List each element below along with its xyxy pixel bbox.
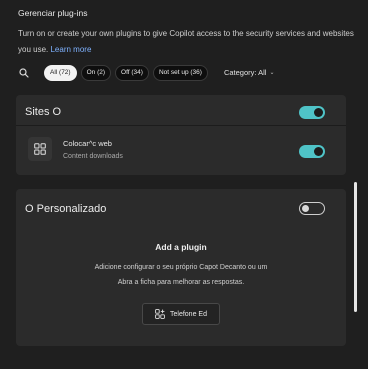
filter-pill-off[interactable]: Off (34) xyxy=(115,64,149,81)
toggle-knob xyxy=(302,205,309,212)
sites-section-title: Sites O xyxy=(25,106,62,118)
filter-pill-on[interactable]: On (2) xyxy=(80,64,112,81)
filter-bar: All (72) On (2) Off (34) Not set up (36)… xyxy=(18,64,275,81)
category-dropdown[interactable]: Category: All ⌄ xyxy=(224,68,275,77)
search-icon[interactable] xyxy=(18,67,30,79)
custom-section-title: O Personalizado xyxy=(25,203,107,215)
plugin-subtitle: Content downloads xyxy=(63,153,123,160)
add-plugin-title: Add a plugin xyxy=(155,242,207,252)
custom-section: O Personalizado Add a plugin Adicione co… xyxy=(16,189,346,346)
grid-icon xyxy=(28,137,52,161)
plugin-name: Colocar^c web xyxy=(63,139,112,148)
scrollbar[interactable] xyxy=(354,182,357,312)
panel-title: Gerenciar plug-ins xyxy=(18,8,88,18)
category-label: Category: All xyxy=(223,68,267,77)
add-plugin-button-label: Telefone Ed xyxy=(170,310,207,318)
add-plugin-button[interactable]: Telefone Ed xyxy=(142,303,220,325)
panel-description: Turn on or create your own plugins to gi… xyxy=(18,26,366,58)
sites-section-toggle[interactable] xyxy=(299,106,325,119)
filter-pill-all[interactable]: All (72) xyxy=(44,64,77,81)
grid-add-icon xyxy=(155,309,165,319)
toggle-knob xyxy=(314,147,323,156)
custom-section-toggle[interactable] xyxy=(299,202,325,215)
section-divider xyxy=(16,125,346,126)
learn-more-link[interactable]: Learn more xyxy=(50,45,91,54)
filter-pill-not-set-up[interactable]: Not set up (36) xyxy=(152,64,208,81)
manage-plugins-panel: Gerenciar plug-ins Turn on or create you… xyxy=(0,0,368,369)
toggle-knob xyxy=(314,108,323,117)
add-plugin-description: Adicione configurar o seu próprio Capot … xyxy=(94,264,268,271)
sites-section: Sites O Colocar^c web Content downloads xyxy=(16,95,346,175)
chevron-down-icon: ⌄ xyxy=(269,70,275,76)
plugin-toggle[interactable] xyxy=(299,145,325,158)
add-plugin-description-2: Abra a ficha para melhorar as respostas. xyxy=(117,279,245,286)
